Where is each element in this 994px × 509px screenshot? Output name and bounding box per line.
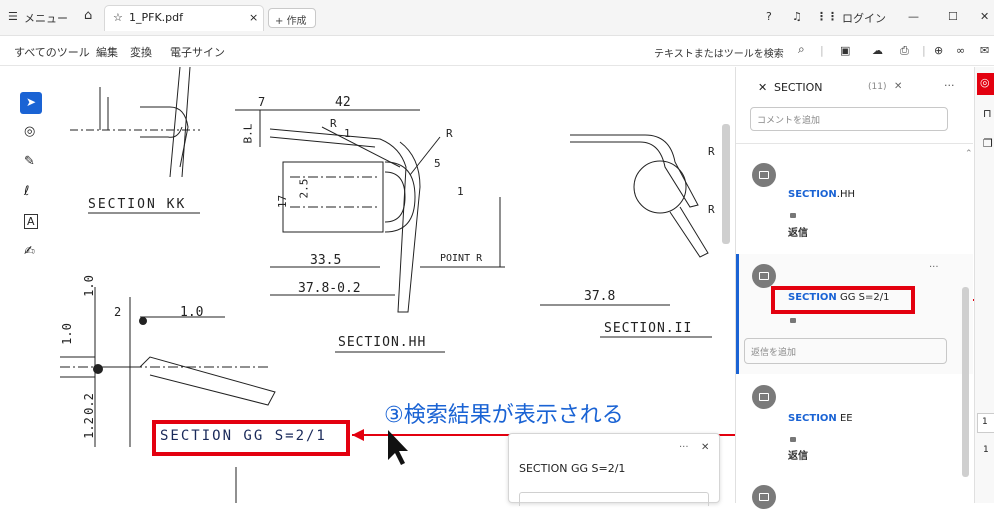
comment-icon: ◎: [980, 76, 990, 89]
comment-rest: EE: [836, 413, 853, 424]
comment-title[interactable]: SECTION EE: [788, 413, 853, 424]
comment-title[interactable]: SECTION.HH: [788, 189, 855, 200]
comment-rest: .HH: [836, 189, 856, 200]
popup-title: SECTION GG S=2/1: [519, 462, 626, 475]
reply-button[interactable]: 返信: [788, 447, 808, 462]
lock-icon: [790, 213, 796, 218]
right-tool-strip: ◎ ⊓ ❐ 1 1: [974, 67, 994, 503]
comment-highlight-box: [771, 286, 915, 314]
result-count: (11): [868, 82, 887, 92]
reply-button[interactable]: 返信: [788, 224, 808, 239]
scroll-up-icon[interactable]: ⌃: [965, 149, 973, 159]
page-number-field[interactable]: 1: [977, 413, 994, 433]
avatar: [752, 485, 776, 509]
comment-keyword: SECTION: [788, 189, 837, 200]
lock-icon: [790, 437, 796, 442]
reply-input[interactable]: 返信を追加: [744, 338, 947, 364]
avatar: [752, 385, 776, 409]
comment-keyword: SECTION: [788, 413, 837, 424]
comment-more-button[interactable]: ···: [929, 262, 939, 273]
search-term[interactable]: SECTION: [774, 81, 822, 94]
popup-close-button[interactable]: ✕: [701, 442, 709, 453]
avatar: [752, 264, 776, 288]
clear-search-icon[interactable]: ✕: [894, 81, 902, 92]
bookmark-icon[interactable]: ⊓: [983, 107, 992, 120]
add-comment-input[interactable]: コメントを追加: [750, 107, 948, 131]
page-total: 1: [983, 445, 989, 455]
comments-panel: ✕ SECTION (11) ✕ ··· コメントを追加 ⌃ SECTION.H…: [735, 67, 973, 509]
comment-panel-toggle[interactable]: ◎: [977, 73, 994, 95]
divider: [736, 143, 973, 144]
pages-icon[interactable]: ❐: [983, 137, 993, 150]
panel-scrollbar[interactable]: [962, 287, 969, 477]
popup-reply-field[interactable]: [519, 492, 709, 506]
popup-more-button[interactable]: ···: [679, 442, 689, 453]
selected-comment-card[interactable]: ··· SECTION GG S=2/1 返信を追加: [736, 254, 973, 374]
comment-popup[interactable]: ··· ✕ SECTION GG S=2/1: [508, 433, 720, 506]
lock-icon: [790, 318, 796, 323]
panel-more-button[interactable]: ···: [944, 79, 955, 92]
avatar: [752, 163, 776, 187]
panel-close-search-icon[interactable]: ✕: [758, 81, 767, 94]
